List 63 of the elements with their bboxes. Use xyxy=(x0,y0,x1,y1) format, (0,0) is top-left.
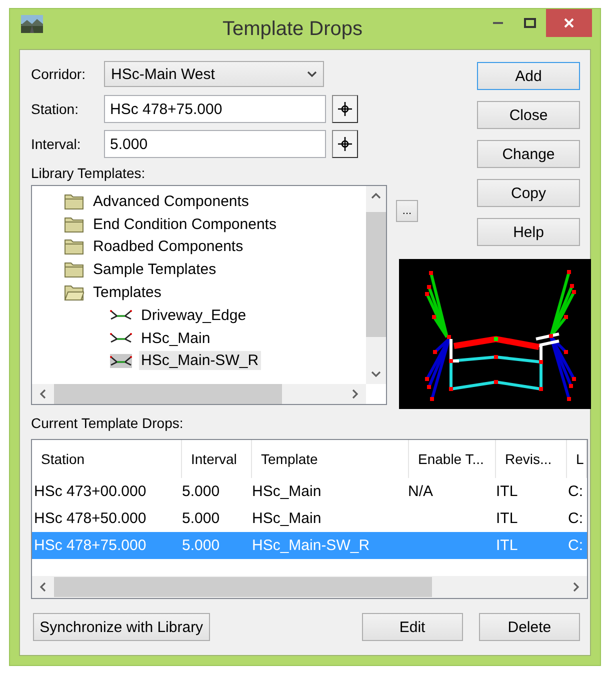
input-field[interactable]: HSc 478+75.000 xyxy=(104,95,326,123)
table-cell-text: HSc 478+75.000 xyxy=(33,536,148,556)
tree-item[interactable]: Advanced Components xyxy=(91,192,251,211)
dialog-button[interactable]: Synchronize with Library xyxy=(33,613,210,641)
tree-item[interactable]: HSc_Main xyxy=(139,328,212,348)
tree-item[interactable]: End Condition Components xyxy=(91,214,278,234)
tree-item[interactable]: Templates xyxy=(91,283,164,302)
window-title: Template Drops xyxy=(221,18,364,40)
corridor-dropdown[interactable]: HSc-Main West xyxy=(104,61,324,87)
tree-item[interactable]: Roadbed Components xyxy=(91,237,246,256)
table-cell-text: C: xyxy=(567,536,584,556)
scroll-up-icon[interactable] xyxy=(371,191,381,201)
table-cell-text: 5.000 xyxy=(181,509,221,529)
input-field[interactable]: 5.000 xyxy=(104,130,326,158)
dialog-button[interactable]: Help xyxy=(477,218,580,246)
table-cell-text: C: xyxy=(567,509,584,529)
browse-button[interactable]: ... xyxy=(396,200,418,222)
table-cell-text: ITL xyxy=(495,482,519,502)
tree-item[interactable]: Driveway_Edge xyxy=(139,306,248,325)
close-button[interactable] xyxy=(546,9,592,37)
minimize-icon xyxy=(493,22,503,24)
scroll-down-icon[interactable] xyxy=(371,369,381,379)
table-cell-text: ITL xyxy=(495,536,519,556)
section-label: Current Template Drops: xyxy=(31,415,184,431)
template-icon xyxy=(110,308,132,322)
scroll-left-icon[interactable] xyxy=(38,389,48,399)
table-cell-text: 5.000 xyxy=(181,482,221,502)
table-cell-text: C: xyxy=(567,482,584,502)
dialog-button[interactable]: Copy xyxy=(477,179,580,207)
template-icon xyxy=(110,354,132,368)
section-label: Library Templates: xyxy=(31,165,146,181)
close-icon xyxy=(564,18,574,28)
scroll-left-icon[interactable] xyxy=(38,582,48,592)
crosshair-icon xyxy=(338,137,352,151)
table-cell-text: HSc_Main xyxy=(251,482,322,502)
table-cell-text: 5.000 xyxy=(181,536,221,556)
table-cell-text: HSc_Main-SW_R xyxy=(251,536,371,556)
maximize-icon xyxy=(524,18,536,28)
scroll-right-icon[interactable] xyxy=(571,582,581,592)
table-cell-text: HSc_Main xyxy=(251,509,322,529)
scrollbar-thumb[interactable] xyxy=(54,384,282,404)
tree-item[interactable]: HSc_Main-SW_R xyxy=(139,351,261,370)
template-icon xyxy=(110,331,132,346)
crosshair-icon xyxy=(338,102,352,116)
field-label: Interval: xyxy=(31,136,82,152)
table-cell-text: HSc 473+00.000 xyxy=(33,482,148,502)
scroll-right-icon[interactable] xyxy=(350,389,360,399)
table-cell-text: N/A xyxy=(407,482,434,502)
dialog-button[interactable]: Close xyxy=(477,101,580,129)
locate-button[interactable] xyxy=(332,95,358,123)
field-label: Station: xyxy=(31,101,80,117)
field-label: Corridor: xyxy=(31,66,86,82)
scrollbar-thumb[interactable] xyxy=(366,212,386,337)
dialog-button[interactable]: Edit xyxy=(362,613,463,641)
locate-button[interactable] xyxy=(332,130,358,158)
tree-item[interactable]: Sample Templates xyxy=(91,260,218,280)
chevron-down-icon xyxy=(307,70,317,78)
dialog-button[interactable]: Delete xyxy=(478,613,580,641)
dialog-button[interactable]: Change xyxy=(477,140,580,168)
dialog-button[interactable]: Add xyxy=(477,62,580,90)
scrollbar-thumb[interactable] xyxy=(54,577,432,597)
table-cell-text: ITL xyxy=(495,509,519,529)
table-cell-text: HSc 478+50.000 xyxy=(33,509,148,529)
